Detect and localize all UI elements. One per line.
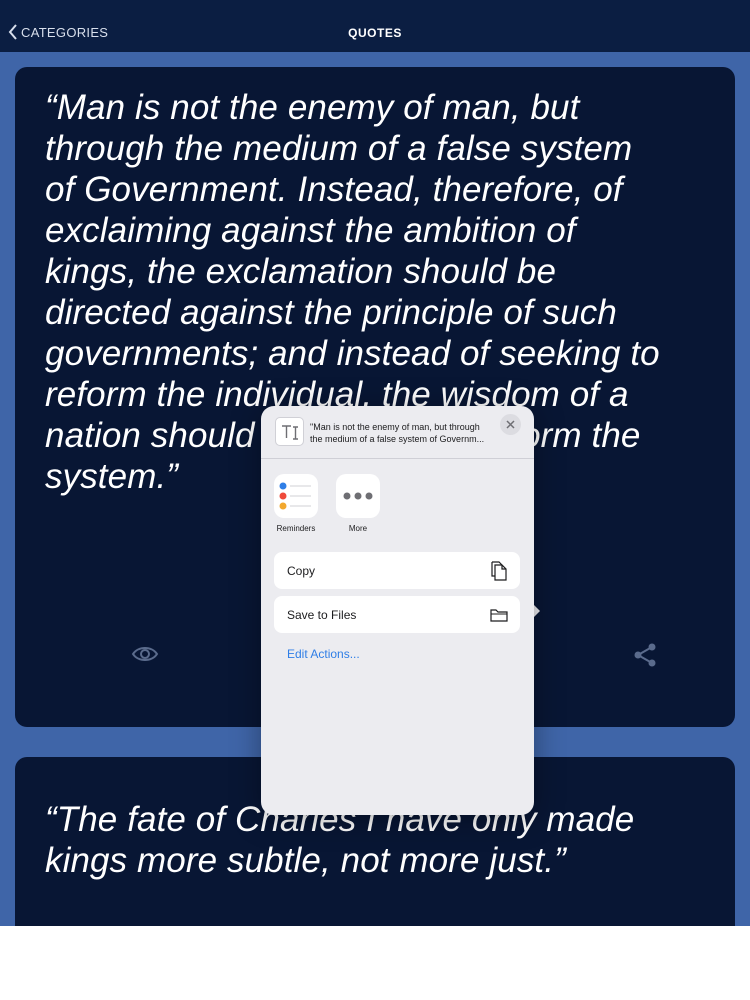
preview-line: the medium of a false system of Governm.… bbox=[310, 434, 485, 444]
page-title: QUOTES bbox=[348, 26, 402, 40]
copy-action[interactable]: Copy bbox=[274, 552, 520, 589]
quote-line: “Man is not the enemy of man, but bbox=[45, 88, 580, 127]
quote-line: governments; and instead of seeking to bbox=[45, 334, 660, 373]
preview-text: "Man is not the enemy of man, but throug… bbox=[310, 421, 505, 445]
preview-line: "Man is not the enemy of man, but throug… bbox=[310, 422, 480, 432]
text-format-icon bbox=[275, 417, 304, 446]
close-icon bbox=[506, 420, 515, 429]
copy-icon bbox=[491, 560, 507, 581]
quote-line: kings, the exclamation should be bbox=[45, 252, 557, 291]
more-icon bbox=[336, 474, 380, 518]
save-to-files-action[interactable]: Save to Files bbox=[274, 596, 520, 633]
edit-actions-link[interactable]: Edit Actions... bbox=[287, 647, 360, 661]
folder-icon bbox=[490, 608, 508, 622]
reminders-icon bbox=[274, 474, 318, 518]
action-label: Save to Files bbox=[287, 607, 357, 622]
quote-line: kings more subtle, not more just.” bbox=[45, 841, 566, 880]
quote-line: exclaiming against the ambition of bbox=[45, 211, 576, 250]
share-app-label: More bbox=[348, 524, 368, 533]
navigation-bar: CATEGORIES QUOTES bbox=[0, 0, 750, 52]
share-app-reminders[interactable]: Reminders bbox=[274, 474, 318, 533]
share-app-more[interactable]: More bbox=[336, 474, 380, 533]
share-sheet: "Man is not the enemy of man, but throug… bbox=[261, 406, 534, 815]
eye-icon[interactable] bbox=[131, 642, 159, 671]
quote-line: through the medium of a false system bbox=[45, 129, 633, 168]
share-app-label: Reminders bbox=[276, 524, 316, 533]
share-preview: "Man is not the enemy of man, but throug… bbox=[261, 406, 534, 459]
action-label: Copy bbox=[287, 563, 316, 578]
quote-line: directed against the principle of such bbox=[45, 293, 617, 332]
share-icon[interactable] bbox=[631, 641, 659, 674]
quote-line: of Government. Instead, therefore, of bbox=[45, 170, 623, 209]
close-button[interactable] bbox=[500, 414, 521, 435]
